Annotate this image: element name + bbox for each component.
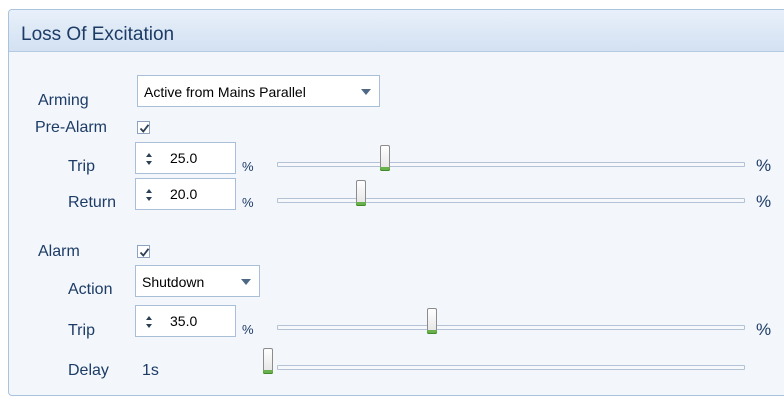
panel-body: Arming Active from Mains Parallel Pre-Al… <box>9 52 784 395</box>
alarm-trip-spinner[interactable]: 35.0 <box>135 305 236 337</box>
pre-alarm-trip-unit: % <box>242 159 254 174</box>
alarm-action-label: Action <box>68 281 113 298</box>
alarm-delay-label: Delay <box>68 362 109 379</box>
spin-down-icon[interactable] <box>146 161 152 165</box>
arming-dropdown-value: Active from Mains Parallel <box>144 84 306 100</box>
spin-up-icon[interactable] <box>146 189 152 193</box>
alarm-action-dropdown[interactable]: Shutdown <box>135 265 260 297</box>
chevron-down-icon[interactable] <box>361 89 371 95</box>
panel-header: Loss Of Excitation <box>9 10 784 52</box>
alarm-trip-unit: % <box>242 322 254 337</box>
pre-alarm-trip-slider-track[interactable] <box>277 162 745 167</box>
pre-alarm-trip-slider-thumb[interactable] <box>380 145 390 171</box>
loss-of-excitation-panel: Loss Of Excitation Arming Active from Ma… <box>8 9 784 396</box>
checkmark-icon <box>139 124 150 133</box>
alarm-trip-label: Trip <box>68 322 95 339</box>
pre-alarm-label: Pre-Alarm <box>35 119 108 136</box>
alarm-trip-slider-thumb[interactable] <box>427 308 437 334</box>
pre-alarm-return-label: Return <box>68 194 117 211</box>
pre-alarm-trip-unit-right: % <box>756 156 772 175</box>
spin-down-icon[interactable] <box>146 324 152 328</box>
pre-alarm-trip-value: 25.0 <box>170 150 198 166</box>
arming-label: Arming <box>38 92 89 109</box>
pre-alarm-return-spinner[interactable]: 20.0 <box>135 178 236 210</box>
pre-alarm-return-unit-right: % <box>756 192 772 211</box>
alarm-delay-slider-thumb[interactable] <box>263 348 273 374</box>
arming-dropdown[interactable]: Active from Mains Parallel <box>137 75 380 107</box>
pre-alarm-return-value: 20.0 <box>170 186 198 202</box>
alarm-trip-slider-track[interactable] <box>277 325 745 330</box>
pre-alarm-return-slider-track[interactable] <box>277 198 745 203</box>
alarm-label: Alarm <box>38 243 80 260</box>
pre-alarm-return-slider-thumb[interactable] <box>356 180 366 206</box>
alarm-action-dropdown-value: Shutdown <box>142 274 205 290</box>
alarm-delay-slider-track[interactable] <box>277 365 745 370</box>
spin-up-icon[interactable] <box>146 316 152 320</box>
spin-up-icon[interactable] <box>146 153 152 157</box>
chevron-down-icon[interactable] <box>241 279 251 285</box>
pre-alarm-return-unit: % <box>242 195 254 210</box>
pre-alarm-trip-label: Trip <box>68 158 95 175</box>
spin-down-icon[interactable] <box>146 197 152 201</box>
alarm-delay-value: 1s <box>142 362 159 379</box>
pre-alarm-checkbox[interactable] <box>137 121 150 134</box>
alarm-trip-unit-right: % <box>756 320 772 339</box>
pre-alarm-trip-spinner[interactable]: 25.0 <box>135 142 236 174</box>
alarm-checkbox[interactable] <box>137 245 150 258</box>
checkmark-icon <box>139 248 150 257</box>
panel-title: Loss Of Excitation <box>21 24 175 45</box>
alarm-trip-value: 35.0 <box>170 313 198 329</box>
